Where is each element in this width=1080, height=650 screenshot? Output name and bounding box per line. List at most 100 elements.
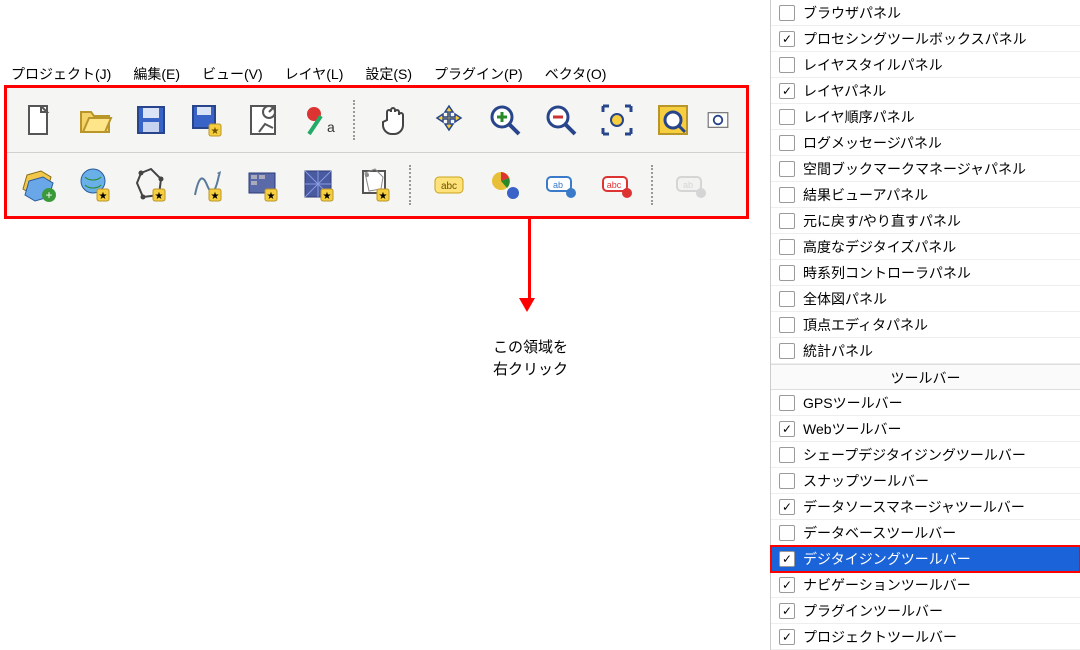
checkbox-icon[interactable] bbox=[779, 239, 795, 255]
context-menu-item[interactable]: ナビゲーションツールバー bbox=[771, 572, 1080, 598]
context-menu-item[interactable]: デジタイジングツールバー bbox=[771, 546, 1080, 572]
checkbox-icon[interactable] bbox=[779, 421, 795, 437]
context-menu-label: 統計パネル bbox=[803, 341, 873, 361]
svg-text:★: ★ bbox=[211, 191, 220, 202]
checkbox-icon[interactable] bbox=[779, 629, 795, 645]
context-menu-label: レイヤスタイルパネル bbox=[803, 55, 943, 75]
layout-manager-icon[interactable] bbox=[241, 98, 285, 142]
context-menu: ブラウザパネルプロセシングツールボックスパネルレイヤスタイルパネルレイヤパネルレ… bbox=[770, 0, 1080, 650]
context-menu-item[interactable]: データソースマネージャツールバー bbox=[771, 494, 1080, 520]
open-folder-icon[interactable] bbox=[73, 98, 117, 142]
pan-icon[interactable] bbox=[371, 98, 415, 142]
context-menu-item[interactable]: 全体図パネル bbox=[771, 286, 1080, 312]
checkbox-icon[interactable] bbox=[779, 187, 795, 203]
checkbox-icon[interactable] bbox=[779, 395, 795, 411]
context-menu-label: データソースマネージャツールバー bbox=[803, 497, 1025, 517]
checkbox-icon[interactable] bbox=[779, 499, 795, 515]
label-off-icon[interactable]: ab bbox=[669, 163, 713, 207]
context-menu-item[interactable]: プロセシングツールボックスパネル bbox=[771, 26, 1080, 52]
checkbox-icon[interactable] bbox=[779, 109, 795, 125]
zoom-layer-icon[interactable] bbox=[651, 98, 695, 142]
toolbars-area[interactable]: ★ a + ★ ★ ★ ★ ★ ★ abc ab abc ab bbox=[4, 85, 749, 219]
checkbox-icon[interactable] bbox=[779, 577, 795, 593]
context-menu-label: 頂点エディタパネル bbox=[803, 315, 928, 335]
toolbars-header: ツールバー bbox=[771, 364, 1080, 390]
menu-view[interactable]: ビュー(V) bbox=[202, 64, 263, 84]
pan-selection-icon[interactable] bbox=[427, 98, 471, 142]
context-menu-label: レイヤパネル bbox=[803, 81, 886, 101]
zoom-full-icon[interactable] bbox=[595, 98, 639, 142]
checkbox-icon[interactable] bbox=[779, 31, 795, 47]
svg-text:★: ★ bbox=[379, 191, 388, 202]
separator bbox=[651, 165, 657, 205]
menu-bar: プロジェクト(J) 編集(E) ビュー(V) レイヤ(L) 設定(S) プラグイ… bbox=[5, 60, 612, 88]
context-menu-label: スナップツールバー bbox=[803, 471, 929, 491]
context-menu-item[interactable]: レイヤ順序パネル bbox=[771, 104, 1080, 130]
svg-text:★: ★ bbox=[99, 191, 108, 202]
checkbox-icon[interactable] bbox=[779, 525, 795, 541]
context-menu-item[interactable]: GPSツールバー bbox=[771, 390, 1080, 416]
context-menu-item[interactable]: 頂点エディタパネル bbox=[771, 312, 1080, 338]
label-abc-icon[interactable]: abc bbox=[427, 163, 471, 207]
context-menu-item[interactable]: シェープデジタイジングツールバー bbox=[771, 442, 1080, 468]
diagram-icon[interactable] bbox=[483, 163, 527, 207]
zoom-out-icon[interactable] bbox=[539, 98, 583, 142]
checkbox-icon[interactable] bbox=[779, 57, 795, 73]
label-rule-icon[interactable]: ab bbox=[539, 163, 583, 207]
context-menu-item[interactable]: レイヤスタイルパネル bbox=[771, 52, 1080, 78]
checkbox-icon[interactable] bbox=[779, 317, 795, 333]
menu-settings[interactable]: 設定(S) bbox=[365, 64, 412, 84]
svg-text:★: ★ bbox=[323, 191, 332, 202]
checkbox-icon[interactable] bbox=[779, 5, 795, 21]
context-menu-item[interactable]: 元に戻す/やり直すパネル bbox=[771, 208, 1080, 234]
add-vector-icon[interactable]: + bbox=[17, 163, 61, 207]
style-manager-icon[interactable]: a bbox=[297, 98, 341, 142]
menu-project[interactable]: プロジェクト(J) bbox=[11, 64, 111, 84]
menu-plugins[interactable]: プラグイン(P) bbox=[434, 64, 523, 84]
add-delimited-icon[interactable]: ★ bbox=[185, 163, 229, 207]
context-menu-item[interactable]: プラグインツールバー bbox=[771, 598, 1080, 624]
save-as-icon[interactable]: ★ bbox=[185, 98, 229, 142]
context-menu-item[interactable]: データベースツールバー bbox=[771, 520, 1080, 546]
menu-vector[interactable]: ベクタ(O) bbox=[545, 64, 607, 84]
context-menu-item[interactable]: ブラウザパネル bbox=[771, 0, 1080, 26]
svg-text:★: ★ bbox=[211, 126, 220, 137]
menu-layer[interactable]: レイヤ(L) bbox=[285, 64, 344, 84]
context-menu-item[interactable]: 時系列コントローラパネル bbox=[771, 260, 1080, 286]
context-menu-item[interactable]: ログメッセージパネル bbox=[771, 130, 1080, 156]
context-menu-item[interactable]: 高度なデジタイズパネル bbox=[771, 234, 1080, 260]
add-mesh-icon[interactable]: ★ bbox=[129, 163, 173, 207]
checkbox-icon[interactable] bbox=[779, 265, 795, 281]
context-menu-label: プロセシングツールボックスパネル bbox=[803, 29, 1027, 49]
context-menu-item[interactable]: 結果ビューアパネル bbox=[771, 182, 1080, 208]
checkbox-icon[interactable] bbox=[779, 291, 795, 307]
add-wms-icon[interactable]: ★ bbox=[241, 163, 285, 207]
new-project-icon[interactable] bbox=[17, 98, 61, 142]
context-menu-item[interactable]: プロジェクトツールバー bbox=[771, 624, 1080, 650]
checkbox-icon[interactable] bbox=[779, 473, 795, 489]
checkbox-icon[interactable] bbox=[779, 343, 795, 359]
context-menu-item[interactable]: 統計パネル bbox=[771, 338, 1080, 364]
context-menu-item[interactable]: Webツールバー bbox=[771, 416, 1080, 442]
checkbox-icon[interactable] bbox=[779, 603, 795, 619]
checkbox-icon[interactable] bbox=[779, 551, 795, 567]
context-menu-label: 全体図パネル bbox=[803, 289, 887, 309]
save-icon[interactable] bbox=[129, 98, 173, 142]
checkbox-icon[interactable] bbox=[779, 213, 795, 229]
context-menu-item[interactable]: レイヤパネル bbox=[771, 78, 1080, 104]
add-virtual-icon[interactable]: ★ bbox=[353, 163, 397, 207]
zoom-in-icon[interactable] bbox=[483, 98, 527, 142]
add-xyz-icon[interactable]: ★ bbox=[297, 163, 341, 207]
checkbox-icon[interactable] bbox=[779, 161, 795, 177]
label-rule-red-icon[interactable]: abc bbox=[595, 163, 639, 207]
zoom-native-icon[interactable] bbox=[707, 98, 729, 142]
context-menu-item[interactable]: 空間ブックマークマネージャパネル bbox=[771, 156, 1080, 182]
separator bbox=[409, 165, 415, 205]
checkbox-icon[interactable] bbox=[779, 447, 795, 463]
annotation-text: この領域を 右クリック bbox=[493, 337, 568, 381]
context-menu-item[interactable]: スナップツールバー bbox=[771, 468, 1080, 494]
add-raster-icon[interactable]: ★ bbox=[73, 163, 117, 207]
checkbox-icon[interactable] bbox=[779, 83, 795, 99]
checkbox-icon[interactable] bbox=[779, 135, 795, 151]
menu-edit[interactable]: 編集(E) bbox=[133, 64, 180, 84]
